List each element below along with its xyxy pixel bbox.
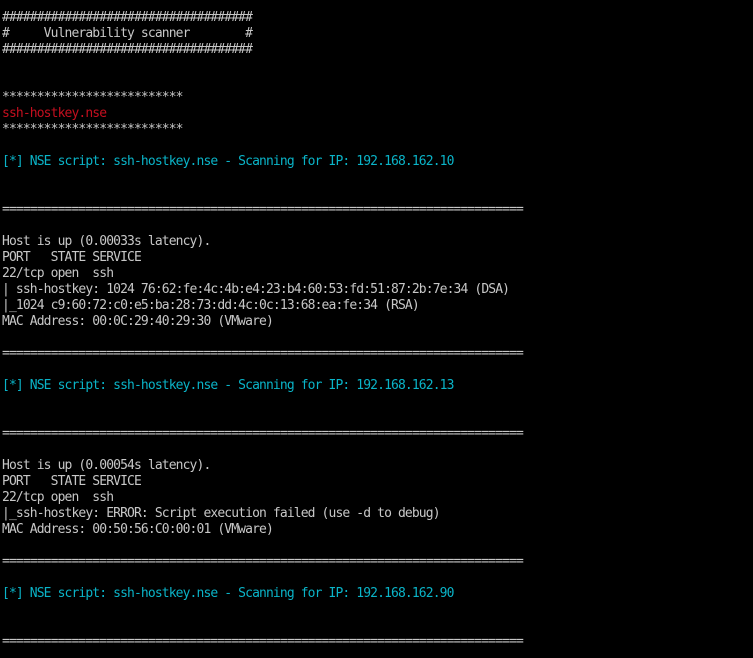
terminal-line: MAC Address: 00:50:56:C0:00:01 (VMware) bbox=[2, 522, 274, 537]
terminal-line: |_ssh-hostkey: ERROR: Script execution f… bbox=[2, 506, 441, 521]
terminal-line: |_1024 c9:60:72:c0:e5:ba:28:73:dd:4c:0c:… bbox=[2, 298, 420, 313]
scan-status-line: [*] NSE script: ssh-hostkey.nse - Scanni… bbox=[2, 586, 454, 601]
script-name-heading: ssh-hostkey.nse bbox=[2, 106, 107, 121]
terminal-line: MAC Address: 00:0C:29:40:29:30 (VMware) bbox=[2, 314, 274, 329]
terminal-line: | ssh-hostkey: 1024 76:62:fe:4c:4b:e4:23… bbox=[2, 282, 510, 297]
asterisk-divider: ************************** bbox=[2, 90, 184, 105]
terminal-line: Host is up (0.00033s latency). bbox=[2, 234, 211, 249]
separator-line: ========================================… bbox=[2, 634, 524, 649]
banner-line: # Vulnerability scanner # bbox=[2, 26, 253, 41]
separator-line: ========================================… bbox=[2, 202, 524, 217]
terminal-line: PORT STATE SERVICE bbox=[2, 474, 142, 489]
scan-status-line: [*] NSE script: ssh-hostkey.nse - Scanni… bbox=[2, 378, 454, 393]
scan-status-line: [*] NSE script: ssh-hostkey.nse - Scanni… bbox=[2, 154, 454, 169]
separator-line: ========================================… bbox=[2, 346, 524, 361]
banner-line: #################################### bbox=[2, 42, 253, 57]
terminal-line: 22/tcp open ssh bbox=[2, 266, 114, 281]
terminal-line: Host is up (0.00054s latency). bbox=[2, 458, 211, 473]
terminal-line: PORT STATE SERVICE bbox=[2, 250, 142, 265]
terminal-output[interactable]: #################################### # Vu… bbox=[2, 10, 751, 650]
asterisk-divider: ************************** bbox=[2, 122, 184, 137]
separator-line: ========================================… bbox=[2, 554, 524, 569]
separator-line: ========================================… bbox=[2, 426, 524, 441]
terminal-line: 22/tcp open ssh bbox=[2, 490, 114, 505]
banner-line: #################################### bbox=[2, 10, 253, 25]
